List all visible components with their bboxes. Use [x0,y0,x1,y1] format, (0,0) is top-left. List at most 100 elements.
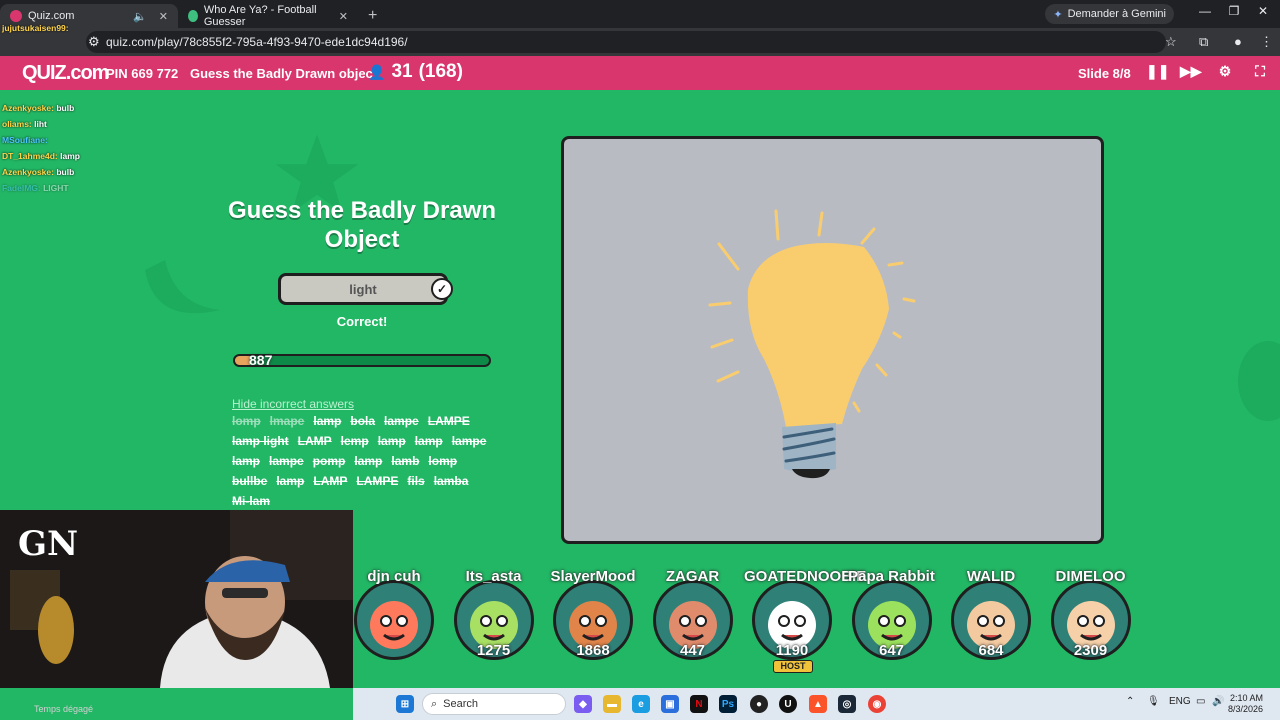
player-score: 1868 [576,642,610,659]
pause-icon[interactable]: ❚❚ [1146,63,1169,80]
incorrect-answer: lmape [269,414,305,428]
tab-label: Who Are Ya? - Football Guesser [203,4,317,28]
windows-start-icon[interactable]: ⊞ [396,695,414,713]
close-tab-icon[interactable]: ✕ [159,10,168,23]
incorrect-answer: bola [350,414,376,428]
file-explorer-icon[interactable]: ▬ [603,695,621,713]
player-card: Papa Rabbit 647 [848,568,935,664]
stream-chat: jujutsukaisen99: Azenkyoske: bulb oliams… [2,20,132,196]
player-avatar [354,580,434,660]
extensions-icon[interactable]: ⧉ [1199,34,1208,50]
url-text: quiz.com/play/78c855f2-795a-4f93-9470-ed… [106,35,408,49]
chat-line: oliams: liht [2,119,47,129]
incorrect-answer: lampe [269,454,304,468]
player-name: ZAGAR [665,568,720,585]
browser-tabbar: Quiz.com 🔈 ✕ Who Are Ya? - Football Gues… [0,0,1280,28]
chat-line: DT_1ahme4d: lamp [2,151,80,161]
url-field[interactable]: quiz.com/play/78c855f2-795a-4f93-9470-ed… [86,31,1166,53]
taskbar-search[interactable]: ⌕ Search [422,693,566,715]
profile-icon[interactable]: ● [1234,34,1242,49]
player-count: 👤 31 (168) [368,61,463,83]
fullscreen-icon[interactable]: ⛶ [1250,63,1270,80]
tab-football-guesser[interactable]: Who Are Ya? - Football Guesser ✕ [178,4,358,28]
speaker-icon[interactable]: 🔈 [133,10,147,23]
brave-icon[interactable]: ▲ [809,695,827,713]
incorrect-answer: lampe [384,414,419,428]
chat-line: jujutsukaisen99: [2,23,69,33]
incorrect-answer: bullbe [232,474,268,488]
volume-icon[interactable]: 🔊 [1212,696,1224,707]
system-clock[interactable]: 2:10 AM 8/3/2026 [1228,693,1263,715]
avatar-face-icon [370,601,418,649]
player-score: 2309 [1073,642,1108,659]
incorrect-answer: lamb [391,454,420,468]
store-icon[interactable]: ▣ [661,695,679,713]
edge-icon[interactable]: e [632,695,650,713]
minimize-button[interactable]: — [1190,4,1220,18]
language-indicator[interactable]: ENG [1169,696,1191,707]
bulb-tip [792,469,830,479]
settings-gear-icon[interactable]: ⚙ [1215,63,1235,80]
player-name: djn cuh [367,568,421,585]
copilot-icon[interactable]: ◆ [574,695,592,713]
player-name: DIMELOO [1055,568,1126,585]
gemini-button[interactable]: ✦ Demander à Gemini [1045,4,1174,24]
photoshop-icon[interactable]: Ps [719,695,737,713]
upwork-icon[interactable]: U [779,695,797,713]
player-card: djn cuh [354,568,434,664]
score-value: 887 [249,352,273,368]
incorrect-answer: lamp [232,454,261,468]
players-count: 31 [391,61,413,82]
new-tab-button[interactable]: + [358,4,387,28]
hide-incorrect-link[interactable]: Hide incorrect answers [232,397,354,411]
network-icon[interactable]: ▭ [1196,696,1205,707]
score-progress-fill [235,356,251,365]
address-bar: quiz.com/play/78c855f2-795a-4f93-9470-ed… [0,28,1280,56]
gemini-label: Demander à Gemini [1067,8,1166,20]
incorrect-answers-list: lomp lmape lamp bola lampe LAMPE lamp light LAM… [232,414,492,508]
tray-chevron-icon[interactable]: ⌃ [1126,696,1134,707]
close-window-button[interactable]: ✕ [1248,4,1278,18]
chrome-icon[interactable]: ◉ [868,695,886,713]
microphone-icon[interactable]: 🎙 [1147,696,1160,707]
player-score: 647 [878,642,905,659]
player-card: WALID 684 [951,568,1031,664]
incorrect-answer: lemp [340,434,369,448]
chat-line: Azenkyoske: bulb [2,167,75,177]
maximize-button[interactable]: ❐ [1219,4,1249,18]
player-card: DIMELOO 2309 [1050,568,1131,664]
weather-caption: Temps dégagé [34,704,94,714]
davinci-icon[interactable]: ● [750,695,768,713]
bookmark-star-icon[interactable]: ☆ [1165,34,1177,50]
player-name: Papa Rabbit [848,568,935,585]
netflix-icon[interactable]: N [690,695,708,713]
incorrect-answer: lomp [428,454,458,468]
banana-decoration-icon [145,260,220,314]
player-name: SlayerMood [550,568,636,585]
clock-time: 2:10 AM [1230,693,1264,703]
slide-indicator: Slide 8/8 [1078,66,1131,81]
incorrect-answer: lamp [354,454,383,468]
incorrect-answer: LAMP [297,434,332,448]
menu-icon[interactable]: ⋮ [1260,34,1273,50]
answer-field: light [278,273,448,305]
lightbulb-drawing [708,209,916,479]
quiz-title: Guess the Badly Drawn objec [190,66,373,81]
player-score: 684 [978,642,1004,659]
next-icon[interactable]: ▶▶ [1180,63,1202,80]
player-name: GOATEDNOOBIE [744,568,867,585]
incorrect-answer: Mi-lam [232,494,271,508]
incorrect-answer: lamp light [232,434,289,448]
player-score: 447 [679,642,706,659]
search-icon: ⌕ [431,697,438,710]
football-favicon-icon [188,10,198,22]
close-tab-icon[interactable]: ✕ [339,10,348,23]
incorrect-answer: LAMPE [356,474,399,488]
player-card: ZAGAR 447 [652,568,733,664]
steam-icon[interactable]: ◎ [838,695,856,713]
host-badge: HOST [773,660,813,673]
incorrect-answer: lamp [313,414,342,428]
player-name: Its_asta [465,568,522,585]
incorrect-answer: lamp [377,434,406,448]
incorrect-answer: lomp [232,414,261,428]
